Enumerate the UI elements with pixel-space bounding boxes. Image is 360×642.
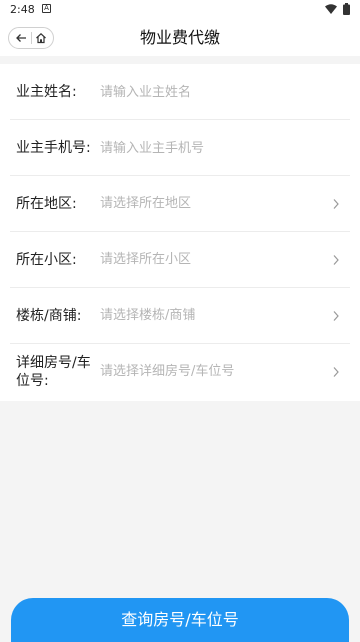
form-row-building[interactable]: 楼栋/商铺: 请选择楼栋/商铺 [0, 288, 360, 344]
form-row-owner-phone: 业主手机号: [0, 120, 360, 176]
room-label: 详细房号/车位号: [16, 355, 91, 389]
chevron-right-icon [333, 199, 339, 209]
owner-phone-label: 业主手机号: [16, 140, 91, 156]
wifi-icon [325, 4, 337, 14]
region-select-placeholder[interactable]: 请选择所在地区 [100, 176, 191, 232]
building-select-placeholder[interactable]: 请选择楼栋/商铺 [100, 288, 195, 344]
chevron-right-icon [333, 367, 339, 377]
chevron-right-icon [333, 311, 339, 321]
form-row-community[interactable]: 所在小区: 请选择所在小区 [0, 232, 360, 288]
form-row-room[interactable]: 详细房号/车位号: 请选择详细房号/车位号 [0, 344, 360, 400]
building-label: 楼栋/商铺: [16, 308, 82, 324]
nav-capsule [8, 27, 54, 49]
capsule-divider [30, 32, 32, 44]
status-icons [325, 3, 350, 15]
room-select-placeholder[interactable]: 请选择详细房号/车位号 [100, 344, 234, 400]
query-room-button[interactable]: 查询房号/车位号 [11, 598, 349, 642]
status-bar: 2:48 A [0, 0, 360, 20]
battery-icon [343, 3, 350, 15]
owner-form: 业主姓名: 业主手机号: 所在地区: 请选择所在地区 所在小区: 请选择所在小区… [0, 64, 360, 401]
region-label: 所在地区: [16, 196, 77, 212]
owner-phone-input[interactable] [100, 120, 310, 176]
page-title: 物业费代缴 [139, 28, 220, 47]
community-label: 所在小区: [16, 252, 77, 268]
back-arrow-icon[interactable] [15, 32, 27, 44]
status-time: 2:48 [10, 3, 35, 16]
owner-name-label: 业主姓名: [16, 84, 77, 100]
home-icon[interactable] [35, 32, 47, 44]
form-row-owner-name: 业主姓名: [0, 64, 360, 120]
community-select-placeholder[interactable]: 请选择所在小区 [100, 232, 191, 288]
owner-name-input[interactable] [100, 64, 310, 120]
nav-bar: 物业费代缴 [0, 20, 360, 56]
form-row-region[interactable]: 所在地区: 请选择所在地区 [0, 176, 360, 232]
chevron-right-icon [333, 255, 339, 265]
notification-icon: A [42, 4, 51, 13]
